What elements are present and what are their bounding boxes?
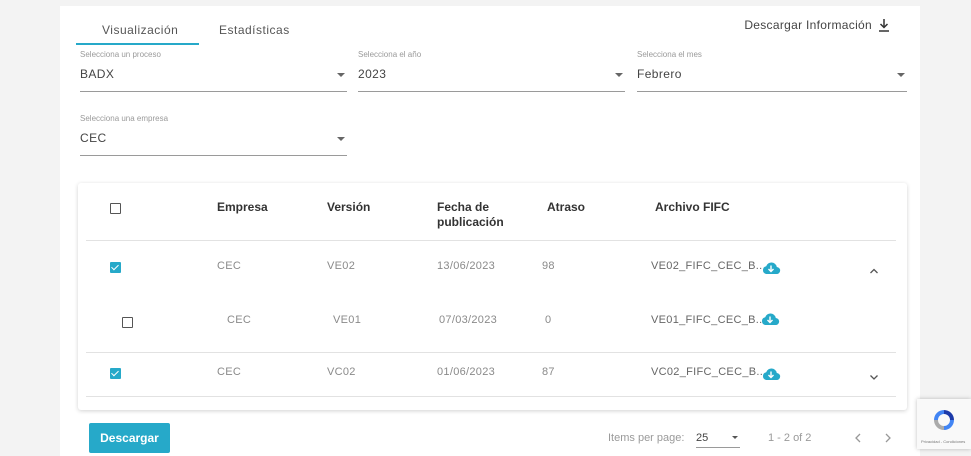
download-info-link[interactable]: Descargar Información — [744, 18, 890, 32]
header-fecha-line-2: publicación — [437, 215, 504, 229]
cell-atraso: 98 — [542, 260, 555, 272]
proceso-select[interactable]: Selecciona un proceso BADX — [80, 50, 347, 92]
header-version: Versión — [327, 200, 371, 214]
header-atraso: Atraso — [547, 200, 586, 214]
cloud-download-icon[interactable] — [761, 261, 781, 275]
main-panel: Visualización Estadísticas Descargar Inf… — [60, 6, 920, 456]
items-per-page-select[interactable]: 25 — [696, 428, 740, 448]
proceso-select-value: BADX — [80, 67, 115, 81]
row-checkbox[interactable] — [110, 262, 121, 273]
cell-atraso: 0 — [545, 314, 552, 326]
files-table: Empresa Versión Fecha de publicación Atr… — [78, 183, 907, 410]
header-empresa: Empresa — [217, 200, 268, 214]
empresa-select-value: CEC — [80, 131, 107, 145]
cell-fecha: 01/06/2023 — [437, 366, 496, 378]
pagination-range: 1 - 2 of 2 — [768, 432, 812, 444]
tab-estadisticas[interactable]: Estadísticas — [219, 23, 290, 37]
next-page-icon[interactable] — [883, 432, 893, 444]
caret-down-icon — [337, 137, 345, 141]
active-tab-indicator — [76, 43, 199, 45]
download-icon — [879, 19, 889, 32]
row-checkbox[interactable] — [122, 317, 133, 328]
anio-select-label: Selecciona el año — [358, 50, 422, 59]
recaptcha-icon — [934, 410, 954, 430]
items-per-page-value: 25 — [696, 432, 709, 444]
items-per-page-label: Items per page: — [608, 432, 685, 444]
chevron-down-icon[interactable] — [869, 373, 879, 381]
header-archivo-fifc: Archivo FIFC — [655, 200, 730, 214]
previous-page-icon[interactable] — [853, 432, 863, 444]
header-fecha-publicacion: Fecha de publicación — [437, 200, 504, 230]
cell-empresa: CEC — [217, 366, 242, 378]
tab-visualizacion[interactable]: Visualización — [102, 23, 178, 37]
download-info-label: Descargar Información — [744, 18, 872, 32]
cell-archivo: VE02_FIFC_CEC_B... — [651, 260, 766, 272]
recaptcha-text: Privacidad - Condiciones — [921, 439, 966, 444]
empresa-select[interactable]: Selecciona una empresa CEC — [80, 114, 347, 156]
anio-select[interactable]: Selecciona el año 2023 — [358, 50, 625, 92]
cell-version: VE01 — [333, 314, 362, 326]
mes-select-label: Selecciona el mes — [637, 50, 702, 59]
row-divider — [86, 240, 896, 241]
caret-down-icon — [615, 73, 623, 77]
caret-down-icon — [337, 73, 345, 77]
header-fecha-line-1: Fecha de — [437, 200, 490, 214]
mes-select-value: Febrero — [637, 67, 682, 81]
cell-archivo: VE01_FIFC_CEC_B... — [651, 314, 766, 326]
caret-down-icon — [897, 73, 905, 77]
cloud-download-icon[interactable] — [761, 367, 781, 381]
cell-atraso: 87 — [542, 366, 555, 378]
cell-fecha: 13/06/2023 — [437, 260, 496, 272]
cell-archivo: VC02_FIFC_CEC_B... — [651, 366, 767, 378]
select-all-checkbox[interactable] — [110, 203, 121, 214]
cell-empresa: CEC — [227, 314, 252, 326]
cell-version: VC02 — [327, 366, 356, 378]
anio-select-value: 2023 — [358, 67, 387, 81]
descargar-button[interactable]: Descargar — [89, 423, 170, 453]
cloud-download-icon[interactable] — [760, 312, 780, 326]
chevron-up-icon[interactable] — [869, 267, 879, 275]
row-divider — [86, 396, 896, 397]
cell-version: VE02 — [327, 260, 356, 272]
row-checkbox[interactable] — [110, 368, 121, 379]
cell-empresa: CEC — [217, 260, 242, 272]
mes-select[interactable]: Selecciona el mes Febrero — [637, 50, 907, 92]
proceso-select-label: Selecciona un proceso — [80, 50, 161, 59]
row-divider — [86, 352, 896, 353]
caret-down-icon — [732, 436, 738, 439]
empresa-select-label: Selecciona una empresa — [80, 114, 169, 123]
cell-fecha: 07/03/2023 — [439, 314, 498, 326]
recaptcha-badge[interactable]: Privacidad - Condiciones — [917, 399, 971, 449]
